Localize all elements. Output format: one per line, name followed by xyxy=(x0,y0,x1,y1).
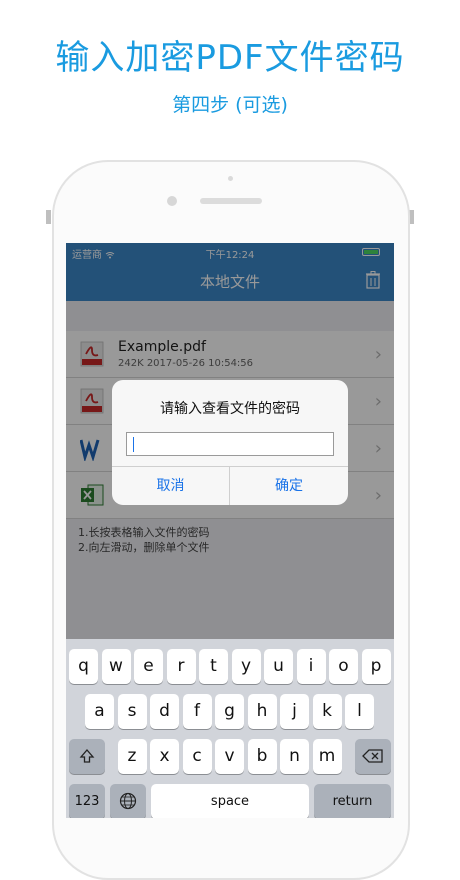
key-y[interactable]: y xyxy=(231,649,261,684)
key-d[interactable]: d xyxy=(150,694,179,729)
key-m[interactable]: m xyxy=(312,739,342,774)
globe-icon xyxy=(119,792,137,810)
confirm-button[interactable]: 确定 xyxy=(230,467,348,505)
globe-key[interactable] xyxy=(110,784,146,818)
phone-camera xyxy=(167,196,177,206)
promo-title: 输入加密PDF文件密码 xyxy=(55,38,405,78)
shift-key[interactable] xyxy=(69,739,105,774)
key-z[interactable]: z xyxy=(117,739,147,774)
phone-speaker xyxy=(200,198,262,204)
cancel-button[interactable]: 取消 xyxy=(112,467,230,505)
key-k[interactable]: k xyxy=(312,694,342,729)
key-u[interactable]: u xyxy=(264,649,293,684)
return-key[interactable]: return xyxy=(314,784,391,818)
phone-side-button xyxy=(46,210,51,224)
backspace-key[interactable] xyxy=(355,739,391,774)
keyboard: q w e r t y u i o p a s d f g h j k l z … xyxy=(66,639,394,818)
key-f[interactable]: f xyxy=(182,694,212,729)
key-p[interactable]: p xyxy=(361,649,391,684)
key-s[interactable]: s xyxy=(117,694,147,729)
key-w[interactable]: w xyxy=(101,649,131,684)
key-r[interactable]: r xyxy=(166,649,196,684)
password-input[interactable] xyxy=(126,432,334,456)
password-dialog: 请输入查看文件的密码 取消 确定 xyxy=(112,380,348,505)
key-j[interactable]: j xyxy=(280,694,309,729)
numbers-key[interactable]: 123 xyxy=(69,784,105,818)
key-g[interactable]: g xyxy=(215,694,244,729)
key-n[interactable]: n xyxy=(280,739,309,774)
key-x[interactable]: x xyxy=(150,739,179,774)
phone-screen: 运营商 下午12:24 本地文件 Example.pdf 242K 2017-0… xyxy=(66,243,394,818)
key-b[interactable]: b xyxy=(247,739,277,774)
key-t[interactable]: t xyxy=(199,649,228,684)
key-h[interactable]: h xyxy=(247,694,277,729)
key-o[interactable]: o xyxy=(329,649,358,684)
phone-sensor xyxy=(228,176,233,181)
dialog-buttons: 取消 确定 xyxy=(112,466,348,505)
backspace-icon xyxy=(362,749,383,763)
dialog-title: 请输入查看文件的密码 xyxy=(160,401,300,417)
key-q[interactable]: q xyxy=(69,649,98,684)
key-e[interactable]: e xyxy=(134,649,163,684)
key-i[interactable]: i xyxy=(296,649,326,684)
key-a[interactable]: a xyxy=(85,694,114,729)
promo-subtitle: 第四步 (可选) xyxy=(172,94,288,116)
space-key[interactable]: space xyxy=(151,784,309,818)
shift-icon xyxy=(79,749,95,763)
key-l[interactable]: l xyxy=(345,694,374,729)
key-c[interactable]: c xyxy=(182,739,212,774)
key-v[interactable]: v xyxy=(215,739,244,774)
text-caret xyxy=(133,437,134,452)
